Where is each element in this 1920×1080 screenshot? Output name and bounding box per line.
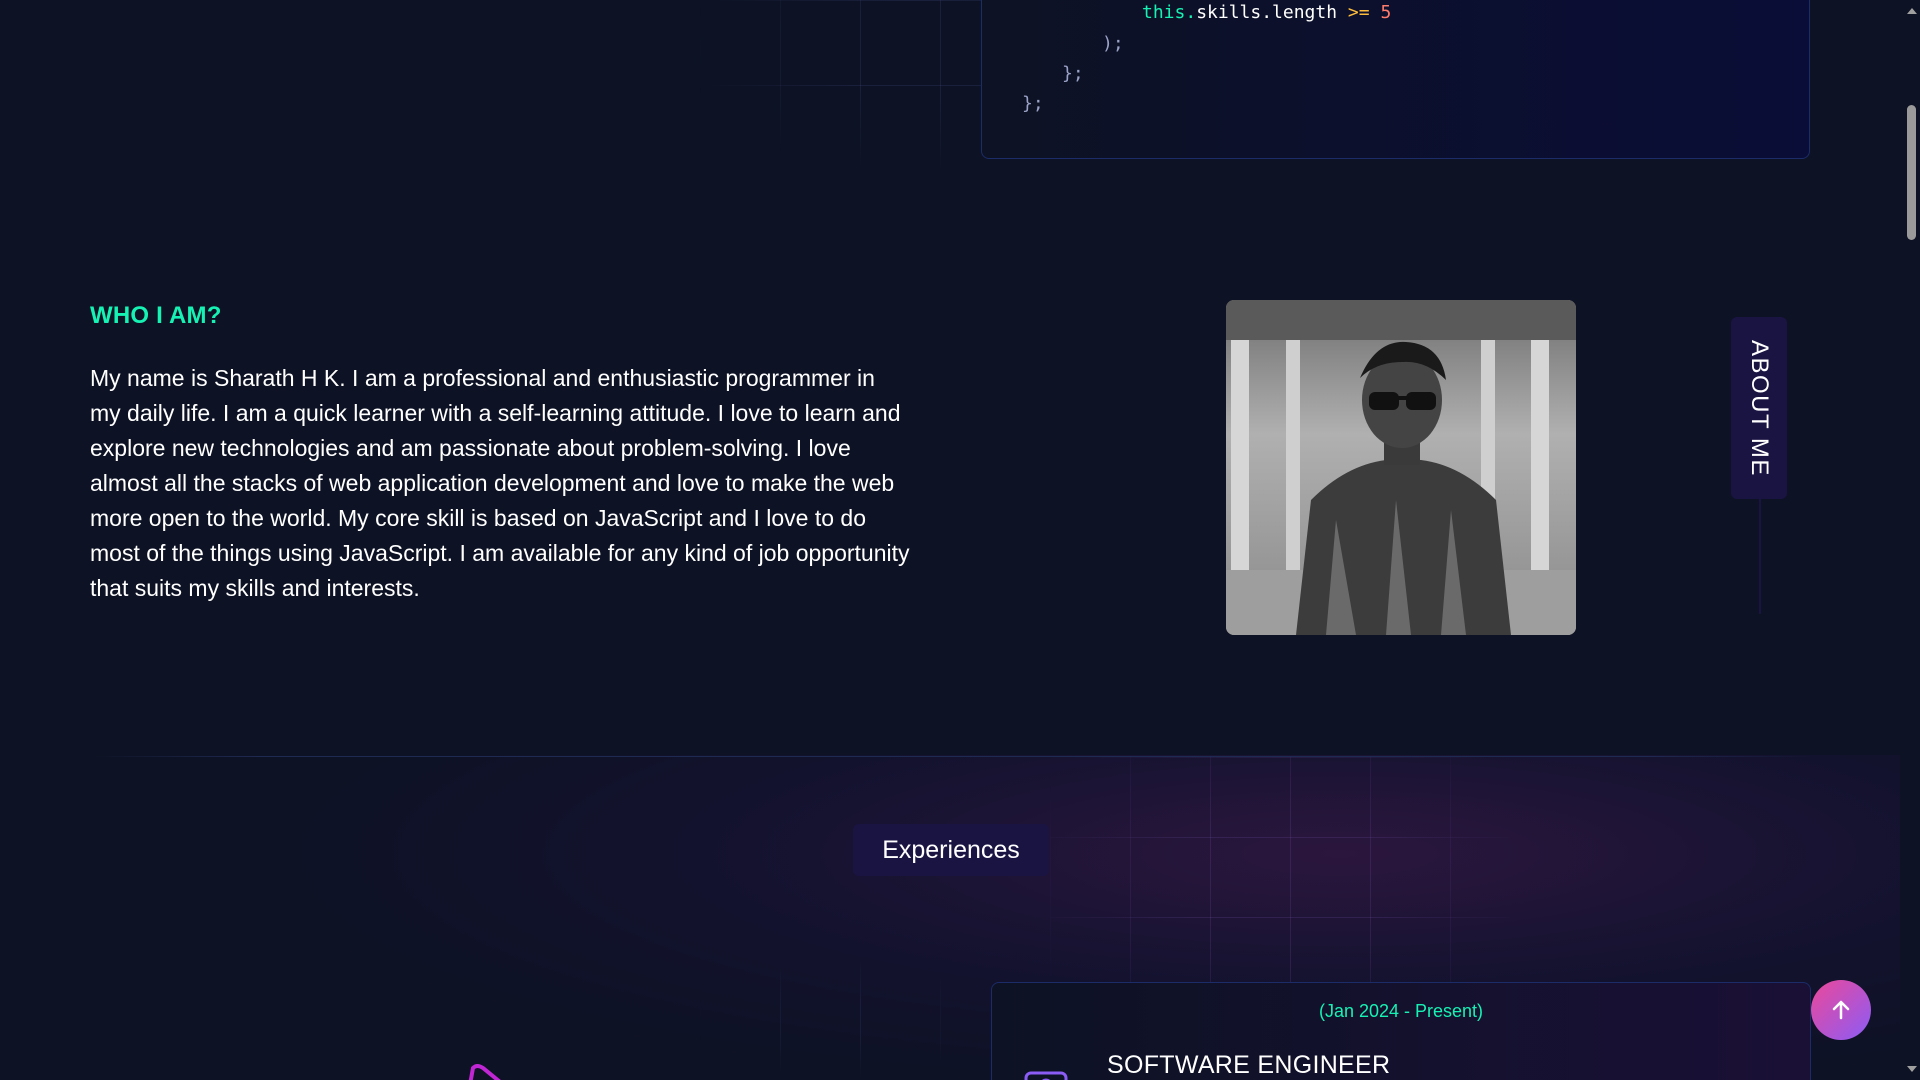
- arrow-up-icon: [1832, 1000, 1850, 1020]
- code-line-close-brace-outer: };: [1022, 93, 1044, 114]
- about-me-side-label: ABOUT ME: [1746, 339, 1773, 477]
- scroll-down-arrow-icon[interactable]: [1907, 1066, 1917, 1072]
- code-property: skills.length: [1196, 2, 1338, 23]
- experience-date: (Jan 2024 - Present): [1318, 1001, 1484, 1021]
- code-keyword-this: this.: [1142, 2, 1197, 23]
- profile-photo-image: [1226, 300, 1576, 635]
- experience-card: (Jan 2024 - Present) SOFTWARE ENGINEER: [991, 982, 1811, 1080]
- section-divider: [90, 756, 1812, 757]
- briefcase-icon: [1024, 1071, 1068, 1080]
- code-line-skills: this.skills.length >= 5: [1142, 2, 1391, 23]
- side-tab-line: [1759, 499, 1761, 614]
- code-line-close-paren: );: [1102, 33, 1124, 54]
- scrollbar-thumb[interactable]: [1907, 105, 1916, 240]
- background-grid-top: [700, 0, 1020, 170]
- about-me-side-tab: ABOUT ME: [1731, 317, 1787, 499]
- scroll-up-arrow-icon[interactable]: [1907, 8, 1917, 14]
- code-line-close-brace: };: [1062, 63, 1084, 84]
- about-paragraph: My name is Sharath H K. I am a professio…: [90, 365, 910, 601]
- experiences-title: Experiences: [853, 824, 1049, 876]
- portfolio-page: this.skills.length >= 5 ); }; }; WHO I A…: [0, 0, 1920, 1080]
- code-operator: >=: [1337, 2, 1381, 23]
- profile-photo: [1226, 300, 1576, 635]
- code-number: 5: [1380, 2, 1392, 23]
- experience-illustration: [468, 1064, 501, 1080]
- vertical-scrollbar[interactable]: [1903, 0, 1920, 1080]
- experience-role: SOFTWARE ENGINEER: [1107, 1051, 1391, 1079]
- scroll-to-top-button[interactable]: [1811, 980, 1871, 1040]
- code-card: this.skills.length >= 5 ); }; };: [981, 0, 1810, 159]
- background-grid-bottom-left: [700, 960, 980, 1080]
- experiences-title-label: Experiences: [882, 835, 1020, 864]
- about-heading: WHO I AM?: [90, 302, 222, 329]
